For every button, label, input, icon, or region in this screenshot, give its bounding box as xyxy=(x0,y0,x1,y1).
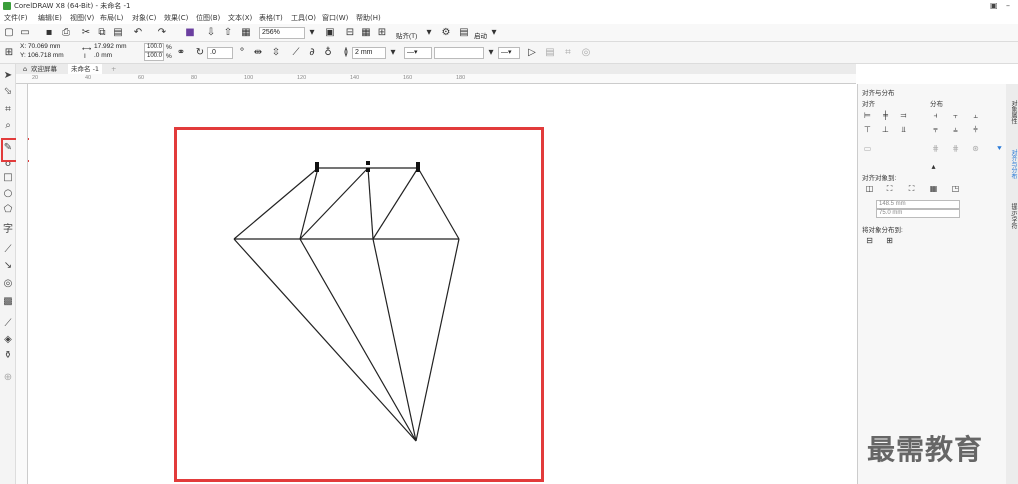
distribute-left-icon[interactable]: ⫞ xyxy=(930,111,941,121)
distribute-to-selection-icon[interactable]: ⊟ xyxy=(864,236,875,246)
align-bottom-icon[interactable]: ⫫ xyxy=(898,125,909,135)
distribute-center-icon[interactable]: ⫟ xyxy=(950,111,961,121)
align-distribute-docker: 对齐与分布 对齐 分布 ⊨ ╪ ⫤ ⫞ ⫟ ⫠ ⊤ ⊥ ⫫ ⫧ ⫨ ⫩ ▭ ⋕ … xyxy=(857,84,1006,484)
distribute-to-page-icon[interactable]: ⊞ xyxy=(884,236,895,246)
align-objects-to-label: 对齐对象到: xyxy=(862,175,897,182)
distribute-bottom-icon[interactable]: ⫩ xyxy=(970,125,981,135)
align-center-h-icon[interactable]: ╪ xyxy=(880,111,891,121)
align-x-field[interactable]: 148.5 mm xyxy=(876,200,960,209)
distribute-objects-to-label: 将对象分布到: xyxy=(862,227,903,234)
align-to-page-center-icon[interactable]: ⛶ xyxy=(906,184,917,194)
highlight-frame xyxy=(174,127,544,482)
distribute-middle-icon[interactable]: ⫨ xyxy=(950,125,961,135)
align-left-icon[interactable]: ⊨ xyxy=(862,111,873,121)
align-center-v-icon[interactable]: ⊥ xyxy=(880,125,891,135)
align-top-icon[interactable]: ⊤ xyxy=(862,125,873,135)
collapse-icon[interactable]: ▴ xyxy=(928,162,939,172)
align-to-point-icon[interactable]: ◳ xyxy=(950,184,961,194)
align-to-grid-icon[interactable]: ▦ xyxy=(928,184,939,194)
docker-tabs: 对象属性 对齐与分布 提示/字符 xyxy=(1006,84,1018,484)
distribute-spacing-icon[interactable]: ⊛ xyxy=(970,144,981,154)
watermark: 最需教育 xyxy=(867,433,984,466)
align-to-active-object-icon[interactable]: ◫ xyxy=(864,184,875,194)
docker-title: 对齐与分布 xyxy=(862,90,895,97)
align-y-field[interactable]: 75.0 mm xyxy=(876,209,960,218)
distribute-spacing-v-icon[interactable]: ⋕ xyxy=(950,144,961,154)
pin-icon[interactable]: ⯆ xyxy=(994,144,1005,154)
align-right-icon[interactable]: ⫤ xyxy=(898,111,909,121)
align-section-label: 对齐 xyxy=(862,101,875,108)
align-to-page-edge-icon[interactable]: ⛶ xyxy=(884,184,895,194)
docker-tab-hints[interactable]: 提示/字符 xyxy=(1006,196,1018,236)
distribute-spacing-h-icon[interactable]: ⋕ xyxy=(930,144,941,154)
docker-tab-align-distribute[interactable]: 对齐与分布 xyxy=(1006,144,1018,184)
distribute-right-icon[interactable]: ⫠ xyxy=(970,111,981,121)
distribute-section-label: 分布 xyxy=(930,101,943,108)
distribute-top-icon[interactable]: ⫧ xyxy=(930,125,941,135)
text-align-icon[interactable]: ▭ xyxy=(862,144,873,154)
docker-tab-object-properties[interactable]: 对象属性 xyxy=(1006,94,1018,130)
